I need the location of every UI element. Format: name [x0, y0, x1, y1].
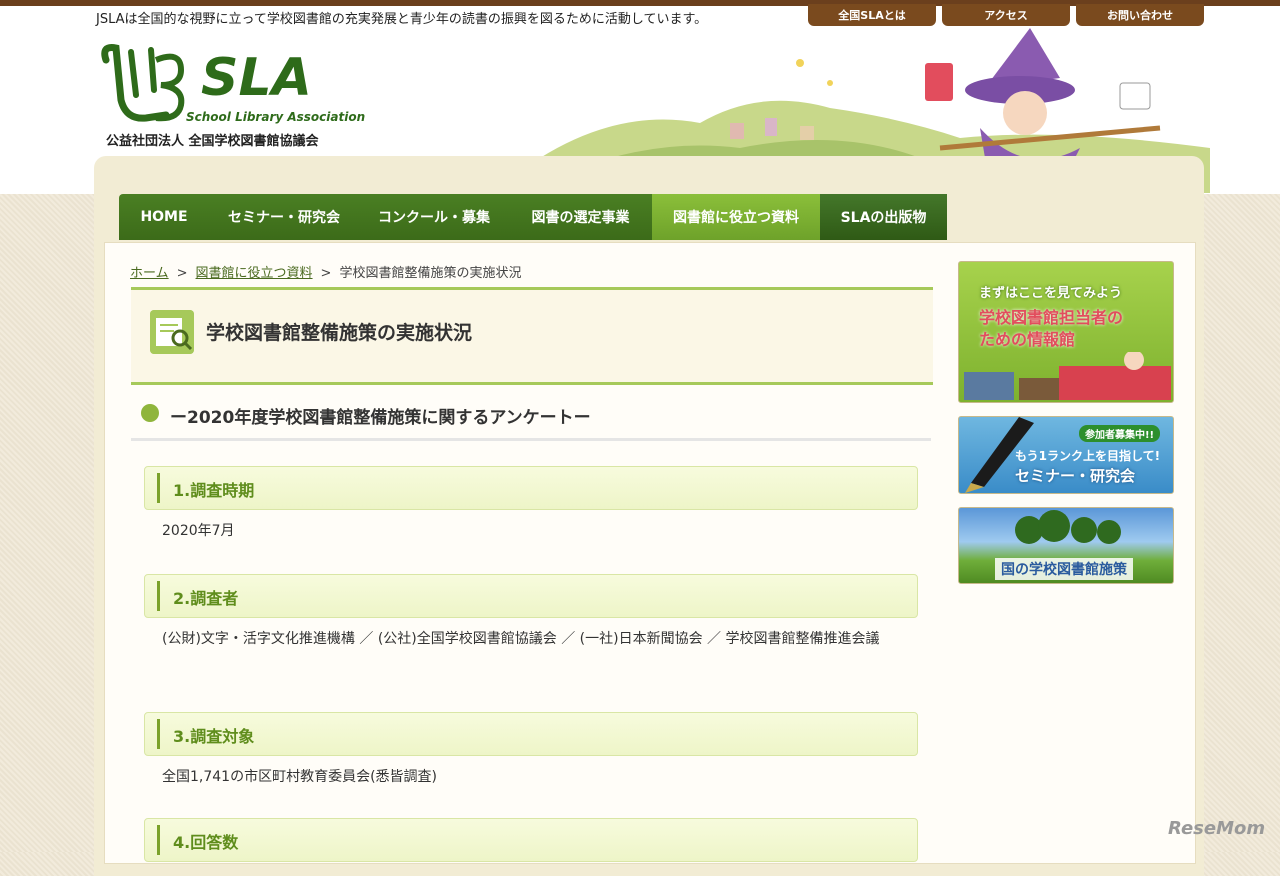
page-subtitle: ー2020年度学校図書館整備施策に関するアンケートー	[170, 408, 591, 428]
banner-seminar[interactable]: 参加者募集中!! もう1ランク上を目指して! セミナー・研究会	[958, 416, 1174, 494]
section-heading: 3.調査対象	[144, 712, 918, 756]
document-search-icon	[150, 310, 194, 354]
breadcrumb-separator: >	[176, 266, 188, 281]
nav-contest[interactable]: コンクール・募集	[359, 194, 509, 240]
logo-text-jp: 公益社団法人 全国学校図書館協議会	[106, 134, 319, 149]
svg-text:SLA: SLA	[201, 48, 312, 108]
trees-icon	[1015, 510, 1121, 544]
top-links: 全国SLAとは アクセス お問い合わせ	[808, 4, 1204, 26]
banner-librarian-info[interactable]: まずはここを見てみよう 学校図書館担当者の ための情報館	[958, 261, 1174, 403]
section-title: 2.調査者	[173, 589, 239, 608]
section-title: 3.調査対象	[173, 727, 255, 746]
tagline: JSLAは全国的な視野に立って学校図書館の充実発展と青少年の読書の振興を図るため…	[96, 12, 708, 27]
banner1-line1: まずはここを見てみよう	[979, 286, 1123, 301]
top-link-access[interactable]: アクセス	[942, 4, 1070, 26]
breadcrumb-current: 学校図書館整備施策の実施状況	[339, 266, 522, 281]
section-body: 全国1,741の市区町村教育委員会(悉皆調査)	[162, 769, 438, 785]
breadcrumb: ホーム > 図書館に役立つ資料 > 学校図書館整備施策の実施状況	[130, 262, 521, 281]
top-link-about[interactable]: 全国SLAとは	[808, 4, 936, 26]
section-body: (公財)文字・活字文化推進機構 ／ (公社)全国学校図書館協議会 ／ (一社)日…	[162, 631, 880, 647]
breadcrumb-separator: >	[320, 266, 332, 281]
nav-book-selection[interactable]: 図書の選定事業	[509, 194, 652, 240]
banner2-badge: 参加者募集中!!	[1079, 425, 1161, 442]
resemom-watermark: ReseMom	[1168, 818, 1266, 839]
section-heading: 1.調査時期	[144, 466, 918, 510]
nav-home[interactable]: HOME	[119, 194, 209, 240]
banner1-line2: 学校図書館担当者の	[979, 308, 1124, 327]
section-title: 1.調査時期	[173, 481, 255, 500]
section-body: 2020年7月	[162, 523, 235, 539]
leaf-bullet-icon	[141, 404, 159, 422]
section-heading: 4.回答数	[144, 818, 918, 862]
nav-publications[interactable]: SLAの出版物	[820, 194, 947, 240]
banner2-line1: もう1ランク上を目指して!	[1015, 449, 1161, 463]
section-heading: 2.調査者	[144, 574, 918, 618]
nav-library-resources[interactable]: 図書館に役立つ資料	[652, 194, 820, 240]
logo-text-en: School Library Association	[186, 110, 366, 124]
library-scene-icon	[964, 352, 1171, 400]
banner3-label: 国の学校図書館施策	[995, 558, 1133, 580]
banner1-line3: ための情報館	[979, 330, 1076, 349]
top-link-contact[interactable]: お問い合わせ	[1076, 4, 1204, 26]
nav-seminar[interactable]: セミナー・研究会	[209, 194, 359, 240]
banner2-line2: セミナー・研究会	[1015, 467, 1136, 485]
page-title: 学校図書館整備施策の実施状況	[206, 322, 473, 344]
section-title: 4.回答数	[173, 833, 239, 852]
global-nav: HOME セミナー・研究会 コンクール・募集 図書の選定事業 図書館に役立つ資料…	[119, 194, 947, 240]
breadcrumb-home-link[interactable]: ホーム	[130, 266, 169, 281]
banner-national-policy[interactable]: 国の学校図書館施策	[958, 507, 1174, 584]
breadcrumb-parent-link[interactable]: 図書館に役立つ資料	[196, 266, 313, 281]
